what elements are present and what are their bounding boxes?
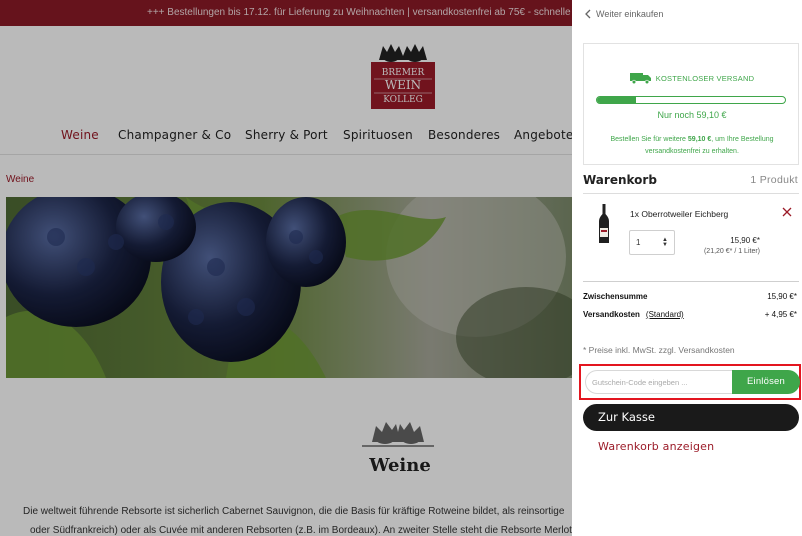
vat-note: * Preise inkl. MwSt. zzgl. Versandkosten [583,345,735,355]
cart-item-unit-price: (21,20 €* / 1 Liter) [703,248,760,255]
wine-bottle-thumbnail[interactable] [598,204,610,244]
free-shipping-title: KOSTENLOSER VERSAND [655,73,755,83]
quantity-select[interactable]: 1 ▲ ▼ [629,230,675,255]
quantity-value: 1 [636,238,641,247]
shipping-cost-label: Versandkosten [583,310,640,319]
shipping-cost-value: + 4,95 €* [764,310,797,319]
free-shipping-progress-fill [597,97,637,103]
continue-shopping-link[interactable]: Weiter einkaufen [584,9,663,19]
free-shipping-remaining: Nur noch 59,10 € [657,110,727,120]
cart-title: Warenkorb [583,173,657,187]
free-shipping-progress-bar [596,96,786,104]
cart-offcanvas: Weiter einkaufen KOSTENLOSER VERSAND Nur… [572,0,802,536]
subtotal-value: 15,90 €* [767,292,797,301]
cart-item-name[interactable]: 1x Oberrotweiler Eichberg [630,209,728,219]
redeem-voucher-button[interactable]: Einlösen [732,370,800,394]
remove-item-icon[interactable] [782,207,792,217]
voucher-form: Einlösen [579,364,801,400]
subtotal-label: Zwischensumme [583,292,648,301]
cart-item-count: 1 Produkt [750,174,798,186]
free-shipping-note: Bestellen Sie für weitere 59,10 €, um Ih… [592,134,792,158]
select-arrows-icon: ▲ ▼ [662,237,668,248]
continue-shopping-label: Weiter einkaufen [596,9,664,19]
delivery-truck-icon [629,73,651,84]
view-cart-link[interactable]: Warenkorb anzeigen [598,440,714,453]
free-shipping-note-amount: 59,10 € [687,136,712,143]
cart-item-price: 15,90 €* [730,236,760,245]
summary-divider [583,281,799,282]
free-shipping-headline: KOSTENLOSER VERSAND [584,72,800,84]
chevron-left-icon [585,9,591,19]
free-shipping-note-pre: Bestellen Sie für weitere [610,136,686,143]
free-shipping-box: KOSTENLOSER VERSAND Nur noch 59,10 € Bes… [583,43,799,165]
checkout-button[interactable]: Zur Kasse [583,404,799,431]
page-dim-overlay[interactable] [0,0,572,536]
voucher-code-input[interactable] [585,370,733,394]
cart-divider [583,193,799,194]
shipping-method-link[interactable]: (Standard) [646,310,684,319]
